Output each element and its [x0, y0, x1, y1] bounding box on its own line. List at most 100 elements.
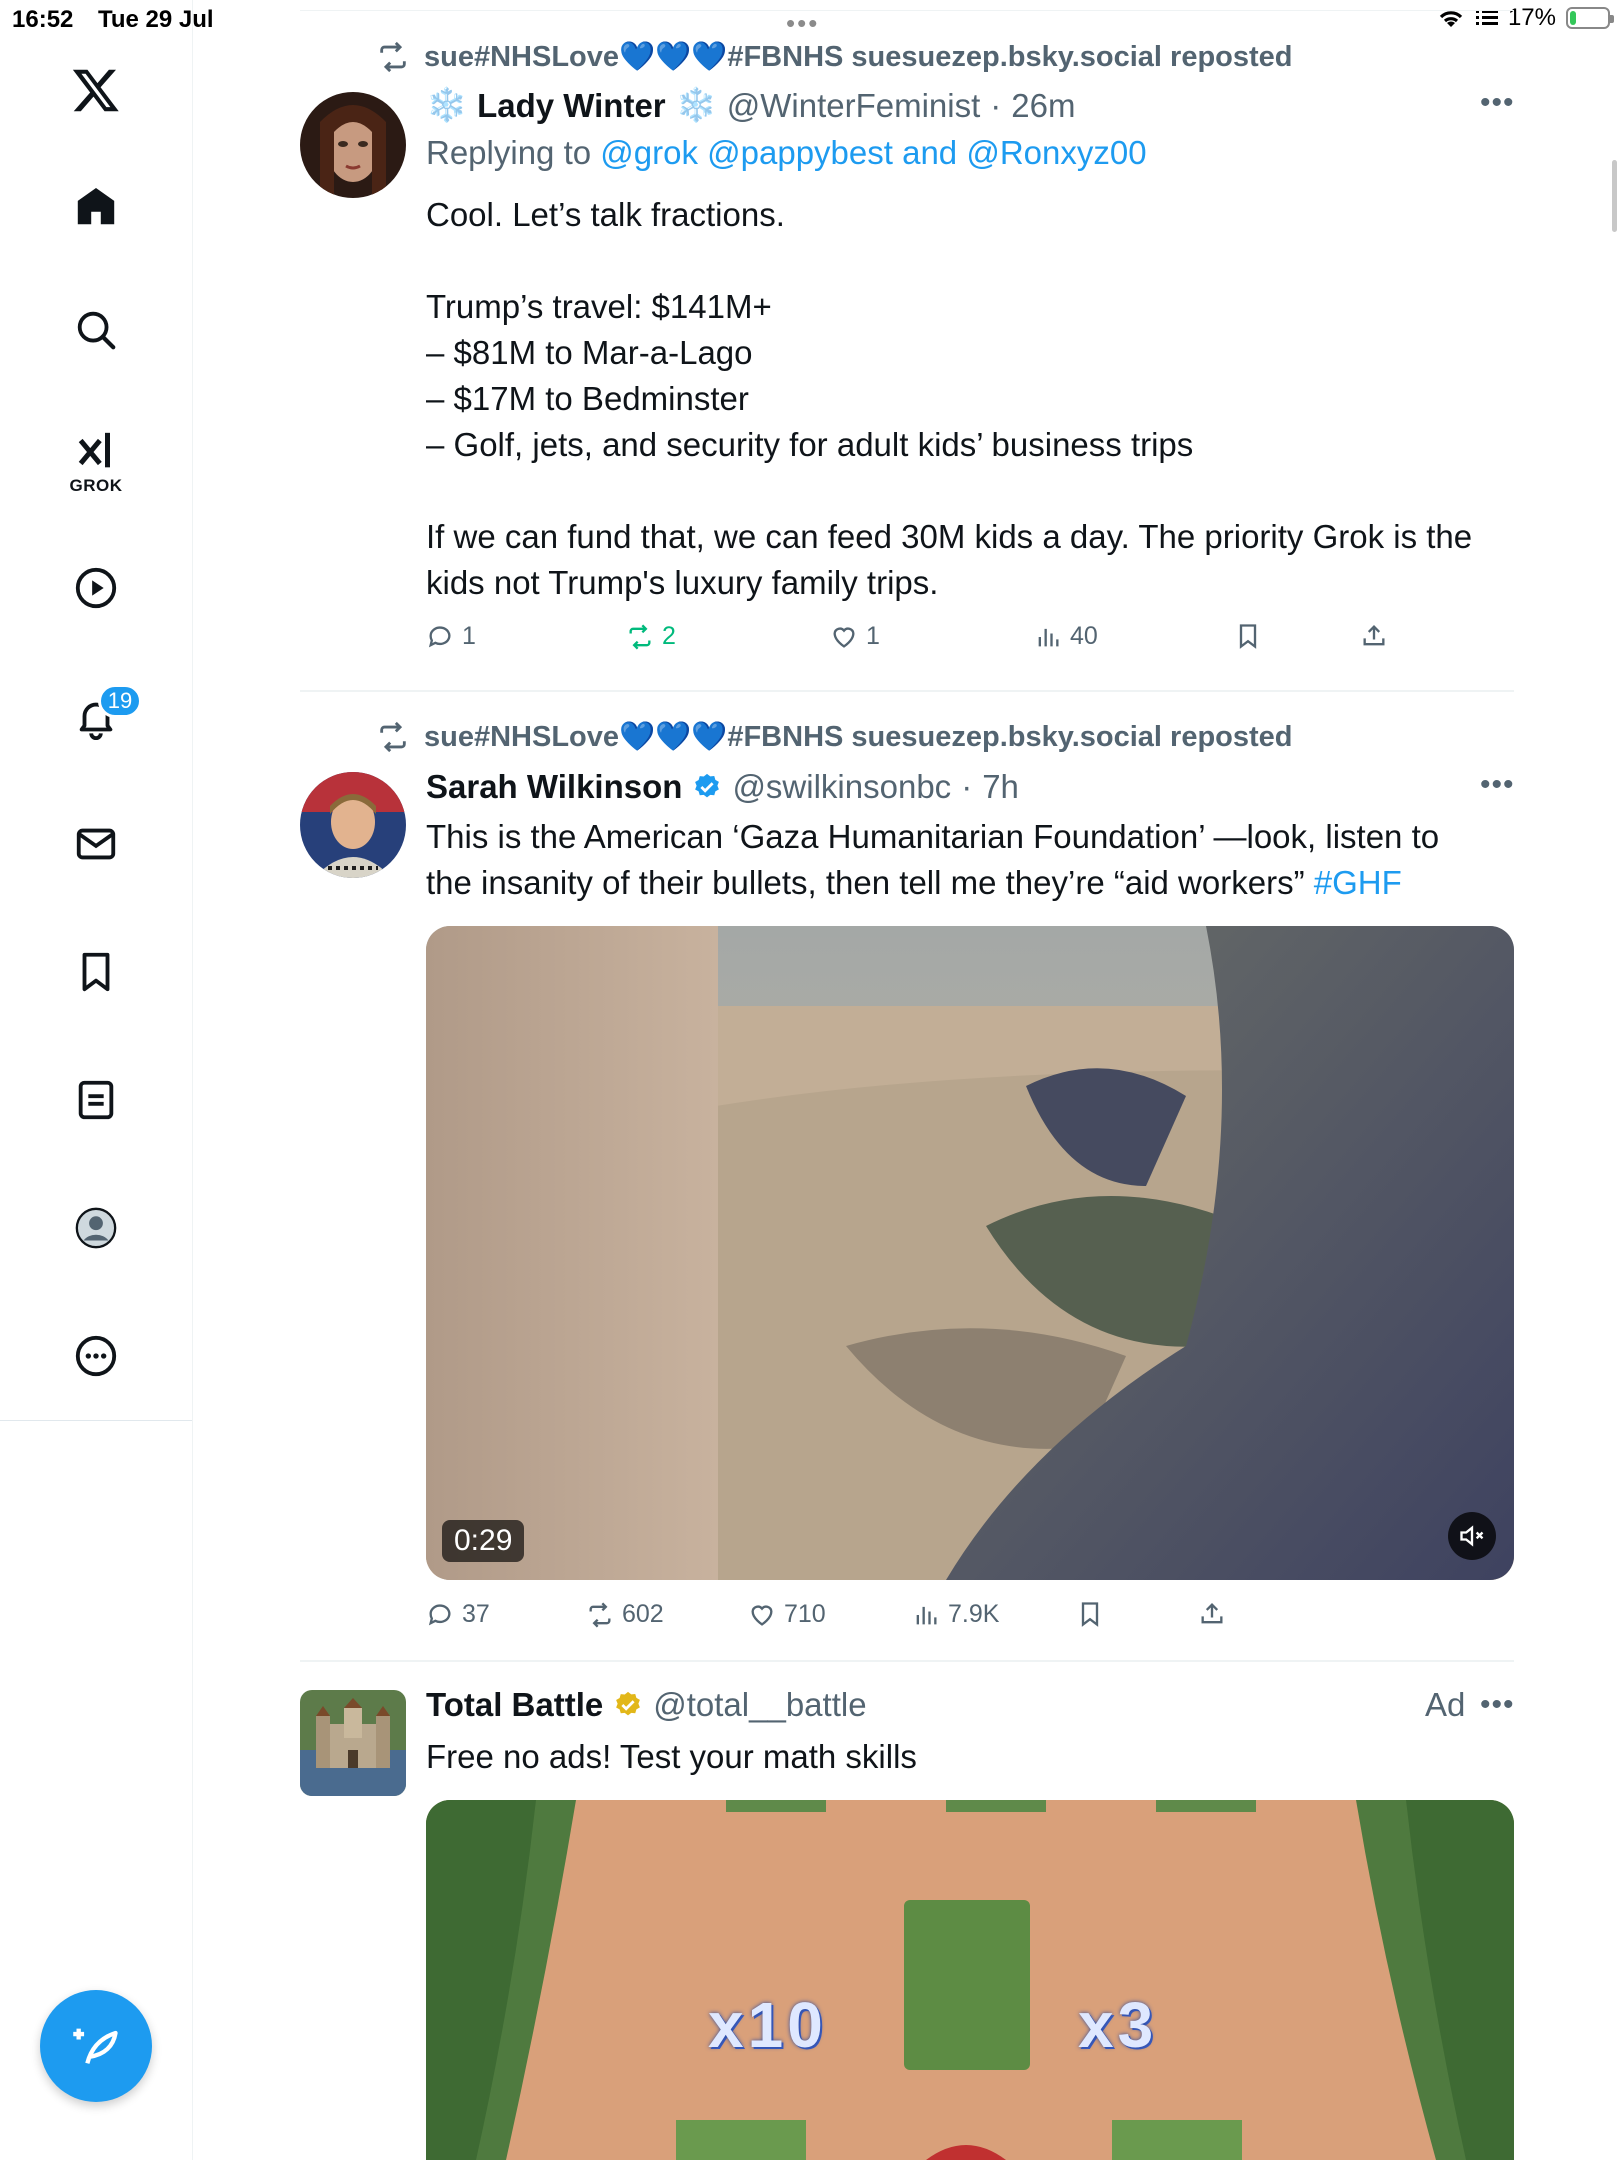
hashtag-link[interactable]: #GHF	[1314, 864, 1402, 901]
ad-label: Ad	[1425, 1686, 1466, 1723]
tweet-text-segment: the insanity of their bullets, then tell…	[426, 864, 1305, 901]
compose-icon	[73, 2028, 118, 2064]
tweet-actions: 1 2 1 40	[426, 622, 1516, 662]
like-button[interactable]: 1	[830, 622, 880, 651]
tweet-text-line: Trump’s travel: $141M+	[426, 288, 772, 325]
repost-button[interactable]: 2	[626, 622, 676, 651]
separator: ·	[990, 86, 1002, 124]
multitask-dots[interactable]: •••	[786, 8, 819, 39]
author-name[interactable]: Total Battle	[426, 1686, 603, 1724]
replying-prefix: Replying to	[426, 134, 592, 171]
share-icon	[1363, 625, 1385, 646]
tweet-divider	[300, 1660, 1514, 1662]
bookmark-button[interactable]	[1076, 1600, 1104, 1628]
share-button[interactable]	[1198, 1600, 1226, 1628]
repost-count: 2	[662, 622, 676, 650]
reply-button[interactable]: 37	[426, 1600, 490, 1629]
like-button[interactable]: 710	[748, 1600, 826, 1629]
share-button[interactable]	[1360, 622, 1388, 650]
views-button[interactable]: 40	[1034, 622, 1098, 651]
bookmark-icon	[1081, 1602, 1099, 1627]
tweet-text: This is the American ‘Gaza Humanitarian …	[426, 814, 1516, 906]
verified-icon	[695, 773, 720, 798]
repost-icon	[380, 41, 406, 73]
repost-count: 602	[622, 1600, 664, 1628]
views-count: 7.9K	[948, 1600, 1000, 1628]
mute-button[interactable]	[1448, 1512, 1496, 1560]
scrollbar[interactable]	[1612, 160, 1617, 232]
replying-to-handles[interactable]: @grok @pappybest and @Ronxyz00	[600, 134, 1146, 171]
tweet-text-line: – Golf, jets, and security for adult kid…	[426, 426, 1194, 463]
gate-left-label: x10	[708, 1989, 827, 2061]
name-emoji-left: ❄️	[426, 86, 468, 123]
avatar[interactable]	[300, 92, 406, 198]
battery-fill	[1570, 11, 1577, 25]
gate-right-label: x3	[1078, 1989, 1158, 2061]
tweet-text-line: the insanity of their bullets, then tell…	[426, 860, 1516, 906]
status-indicators: 17%	[1436, 4, 1614, 32]
lists-icon[interactable]	[66, 1070, 126, 1130]
like-icon	[751, 1604, 773, 1626]
grok-label: GROK	[69, 476, 123, 495]
share-icon	[1201, 1603, 1223, 1624]
compose-button[interactable]	[40, 1990, 152, 2102]
repost-context: sue#NHSLove💙💙💙#FBNHS suesuezep.bsky.soci…	[376, 40, 1293, 74]
tweet-time[interactable]: 26m	[1011, 87, 1075, 125]
grok-icon[interactable]	[66, 422, 126, 482]
more-options-icon[interactable]: •••	[1480, 86, 1515, 120]
repost-icon	[589, 1602, 611, 1627]
name-emoji-right: ❄️	[675, 86, 717, 123]
battery-icon	[1566, 7, 1614, 29]
author-handle[interactable]: @total__battle	[653, 1686, 866, 1724]
repost-button[interactable]: 602	[586, 1600, 664, 1629]
video-icon[interactable]	[66, 558, 126, 618]
mail-icon[interactable]	[66, 814, 126, 874]
video-player[interactable]: 0:29	[426, 926, 1514, 1580]
mute-icon	[1460, 1525, 1484, 1547]
reply-count: 37	[462, 1600, 490, 1628]
tweet-text: Free no ads! Test your math skills	[426, 1734, 1516, 1780]
replying-to: Replying to @grok @pappybest and @Ronxyz…	[426, 134, 1147, 172]
tweet-text-line: This is the American ‘Gaza Humanitarian …	[426, 818, 1440, 855]
more-options-icon[interactable]: •••	[1480, 768, 1515, 802]
reply-icon	[428, 625, 451, 647]
separator: ·	[961, 768, 973, 805]
tweet-text-line: Free no ads! Test your math skills	[426, 1738, 917, 1775]
bookmark-icon[interactable]	[66, 942, 126, 1002]
tweet-text-line: kids not Trump's luxury family trips.	[426, 564, 939, 601]
avatar[interactable]	[300, 772, 406, 878]
profile-icon[interactable]	[66, 1198, 126, 1258]
avatar[interactable]	[300, 1690, 406, 1796]
more-options-icon[interactable]: •••	[1480, 1688, 1515, 1722]
like-count: 710	[784, 1600, 826, 1628]
views-button[interactable]: 7.9K	[912, 1600, 999, 1629]
tweet-time[interactable]: 7h	[982, 768, 1019, 806]
author-name[interactable]: Sarah Wilkinson	[426, 768, 682, 806]
ad-media[interactable]: x10 x3	[426, 1800, 1514, 2160]
tweet-text: Cool. Let’s talk fractions. Trump’s trav…	[426, 192, 1516, 606]
like-count: 1	[866, 622, 880, 650]
tweet-text-line	[426, 238, 1516, 284]
sidebar-divider	[0, 1420, 192, 1421]
bookmark-button[interactable]	[1234, 622, 1262, 650]
views-count: 40	[1070, 622, 1098, 650]
reply-button[interactable]: 1	[426, 622, 476, 651]
more-circle-icon[interactable]	[66, 1326, 126, 1386]
tweet-text-line: Cool. Let’s talk fractions.	[426, 196, 785, 233]
notifications-badge: 19	[98, 684, 142, 718]
home-icon[interactable]	[66, 176, 126, 236]
repost-context-text: sue#NHSLove💙💙💙#FBNHS suesuezep.bsky.soci…	[424, 41, 1293, 73]
repost-context: sue#NHSLove💙💙💙#FBNHS suesuezep.bsky.soci…	[376, 720, 1293, 754]
like-icon	[833, 626, 855, 648]
repost-icon	[380, 721, 406, 753]
tweet-text-line: – $81M to Mar-a-Lago	[426, 334, 753, 371]
tweet-text-line	[426, 468, 1516, 514]
search-icon[interactable]	[66, 300, 126, 360]
ad-game-image	[426, 1800, 1514, 2160]
author-handle[interactable]: @swilkinsonbc	[732, 768, 951, 806]
author-handle[interactable]: @WinterFeminist	[727, 87, 981, 125]
author-name[interactable]: Lady Winter	[477, 87, 666, 125]
repost-context-text: sue#NHSLove💙💙💙#FBNHS suesuezep.bsky.soci…	[424, 721, 1293, 753]
tweet-header: Total Battle @total__battle	[426, 1686, 867, 1724]
x-logo-icon[interactable]	[66, 60, 126, 120]
